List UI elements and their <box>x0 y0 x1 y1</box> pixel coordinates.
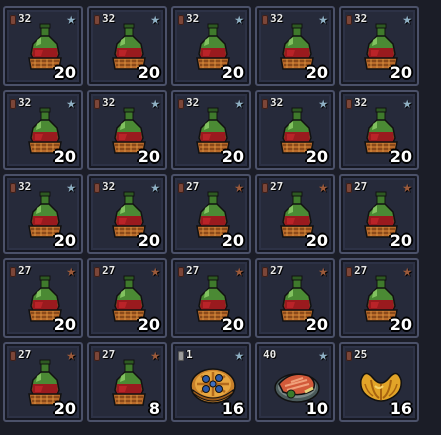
stack-quantity: 20 <box>305 63 328 82</box>
ingredient-icon <box>94 351 100 361</box>
stack-quantity: 10 <box>305 399 328 418</box>
inventory-slot[interactable]: 32 ★ 20 <box>171 6 251 86</box>
stack-quantity: 20 <box>389 231 412 250</box>
inventory-slot[interactable]: 32 ★ 20 <box>255 6 335 86</box>
inventory-slot[interactable]: 32 ★ 20 <box>255 90 335 170</box>
stack-quantity: 20 <box>221 231 244 250</box>
stack-quantity: 16 <box>221 399 244 418</box>
ingredient-icon <box>178 351 184 361</box>
inventory-slot[interactable]: 27 ★ 20 <box>255 258 335 338</box>
inventory-slot[interactable]: 27 ★ 20 <box>171 258 251 338</box>
inventory-slot[interactable]: 27 ★ 20 <box>339 174 419 254</box>
ingredient-icon <box>94 99 100 109</box>
ingredient-icon <box>262 267 268 277</box>
stack-quantity: 20 <box>389 63 412 82</box>
ingredient-icon <box>178 99 184 109</box>
stack-quantity: 20 <box>305 231 328 250</box>
inventory-slot[interactable]: 32 ★ 20 <box>87 6 167 86</box>
inventory-slot[interactable]: 32 ★ 20 <box>339 90 419 170</box>
inventory-slot[interactable]: 32 ★ 20 <box>87 90 167 170</box>
stack-quantity: 20 <box>221 147 244 166</box>
inventory-slot[interactable]: 27 ★ 20 <box>255 174 335 254</box>
inventory-slot[interactable]: 32 ★ 20 <box>3 174 83 254</box>
inventory-slot[interactable]: 25 16 <box>339 342 419 422</box>
stack-quantity: 20 <box>53 63 76 82</box>
stack-quantity: 20 <box>53 147 76 166</box>
inventory-slot[interactable]: 32 ★ 20 <box>171 90 251 170</box>
stack-quantity: 20 <box>389 147 412 166</box>
ingredient-icon <box>346 183 352 193</box>
inventory-slot[interactable]: 27 ★ 20 <box>3 342 83 422</box>
stack-quantity: 20 <box>389 315 412 334</box>
stack-quantity: 20 <box>305 315 328 334</box>
ingredient-icon <box>346 351 352 361</box>
inventory-slot[interactable]: 32 ★ 20 <box>3 6 83 86</box>
inventory-slot[interactable]: 32 ★ 20 <box>339 6 419 86</box>
ingredient-icon <box>10 267 16 277</box>
stack-quantity: 20 <box>53 315 76 334</box>
stack-quantity: 20 <box>137 231 160 250</box>
stack-quantity: 20 <box>53 399 76 418</box>
ingredient-icon <box>346 267 352 277</box>
ingredient-icon <box>94 183 100 193</box>
inventory-slot[interactable]: 40 ★ 10 <box>255 342 335 422</box>
stack-quantity: 20 <box>221 63 244 82</box>
ingredient-icon <box>178 15 184 25</box>
inventory-slot[interactable]: 27 ★ 20 <box>339 258 419 338</box>
inventory-slot[interactable]: 27 ★ 20 <box>171 174 251 254</box>
inventory-slot[interactable]: 32 ★ 20 <box>3 90 83 170</box>
stack-quantity: 8 <box>148 399 160 418</box>
inventory-slot[interactable]: 27 ★ 20 <box>87 258 167 338</box>
ingredient-icon <box>346 15 352 25</box>
stack-quantity: 20 <box>137 315 160 334</box>
inventory-slot[interactable]: 32 ★ 20 <box>87 174 167 254</box>
potion-bottle-icon <box>105 358 153 408</box>
inventory-slot[interactable]: 27 ★ 20 <box>3 258 83 338</box>
inventory-slot[interactable]: 27 ★ 8 <box>87 342 167 422</box>
ingredient-icon <box>10 15 16 25</box>
ingredient-icon <box>178 267 184 277</box>
ingredient-icon <box>262 15 268 25</box>
stack-quantity: 16 <box>389 399 412 418</box>
ingredient-icon <box>10 351 16 361</box>
stack-quantity: 20 <box>53 231 76 250</box>
ingredient-icon <box>94 267 100 277</box>
stack-quantity: 20 <box>221 315 244 334</box>
ingredient-icon <box>262 99 268 109</box>
stack-quantity: 20 <box>305 147 328 166</box>
inventory-grid: 32 ★ 20 32 ★ 20 32 ★ 20 32 ★ 20 32 ★ 20 … <box>0 0 441 435</box>
inventory-slot[interactable]: 1 ★ 16 <box>171 342 251 422</box>
stack-quantity: 20 <box>137 63 160 82</box>
ingredient-icon <box>178 183 184 193</box>
ingredient-icon <box>262 183 268 193</box>
ingredient-icon <box>94 15 100 25</box>
ingredient-icon <box>346 99 352 109</box>
stack-quantity: 20 <box>137 147 160 166</box>
ingredient-icon <box>10 99 16 109</box>
ingredient-icon <box>10 183 16 193</box>
